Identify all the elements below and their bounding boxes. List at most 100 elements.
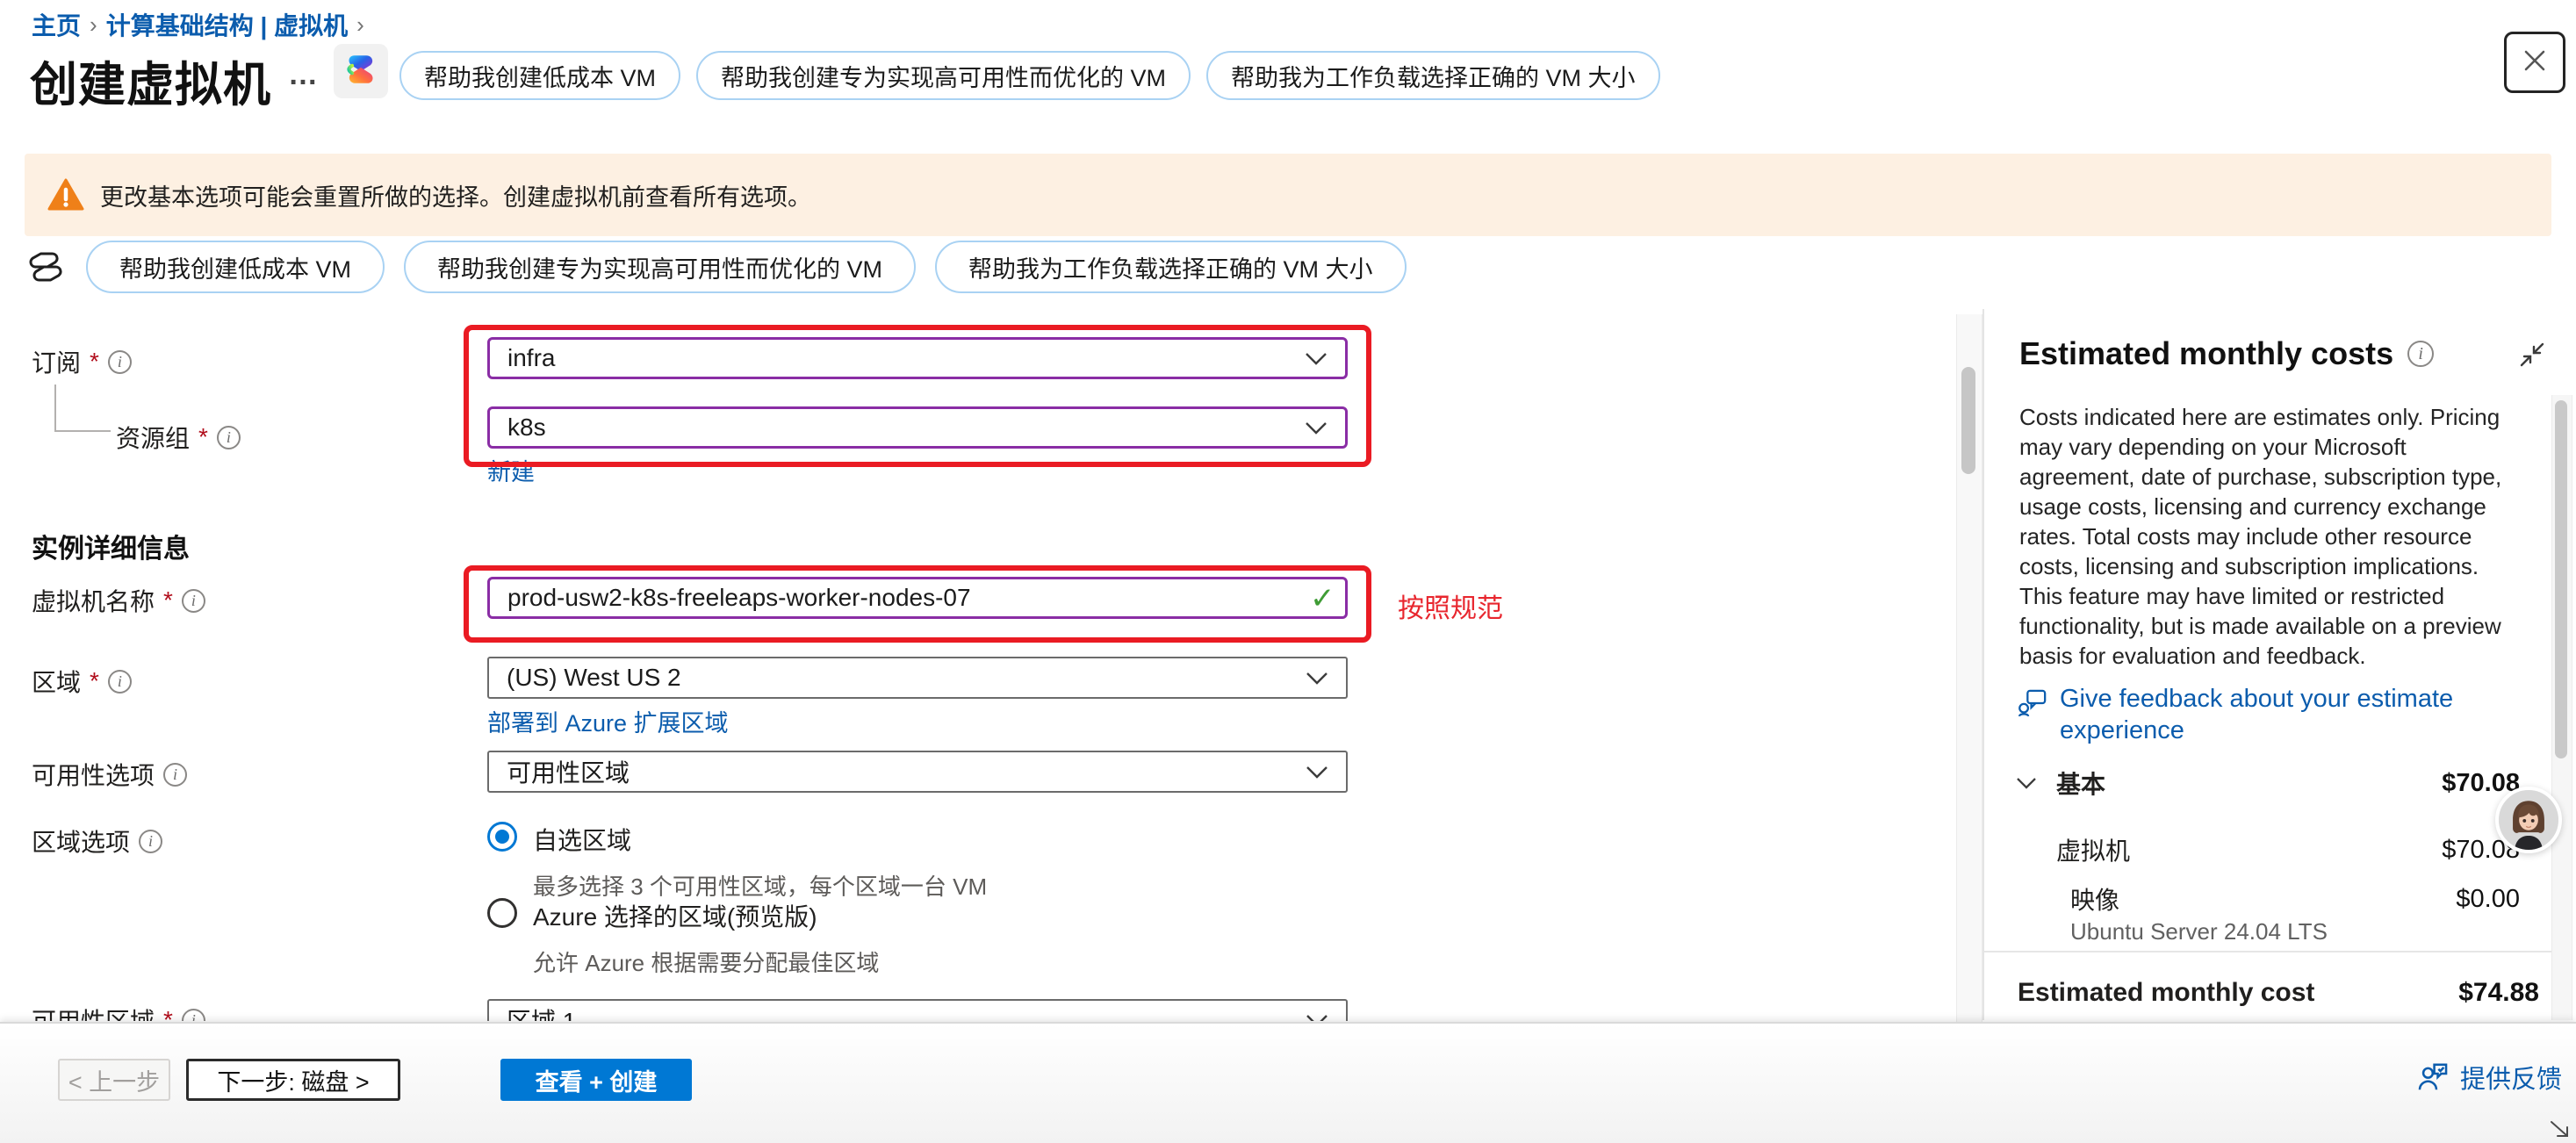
- cost-group-label: 基本: [2056, 766, 2105, 801]
- field-connector-line: [54, 385, 111, 432]
- subscription-label: 订阅: [32, 344, 81, 379]
- info-icon[interactable]: i: [217, 426, 241, 449]
- cost-image-row: 映像 $0.00: [2070, 881, 2520, 917]
- zone-options-label-row: 区域选项 i: [32, 823, 162, 859]
- cost-image-label: 映像: [2070, 881, 2119, 917]
- availability-zone-dropdown-clipped[interactable]: 区域 1: [487, 999, 1348, 1021]
- cost-panel-description: Costs indicated here are estimates only.…: [2019, 402, 2504, 671]
- chevron-down-icon: [2016, 777, 2037, 790]
- deploy-edge-zone-link[interactable]: 部署到 Azure 扩展区域: [487, 704, 729, 738]
- cost-divider: [1984, 951, 2553, 952]
- region-label-row: 区域 * i: [32, 664, 132, 699]
- header-suggestions: 帮助我创建低成本 VM 帮助我创建专为实现高可用性而优化的 VM 帮助我为工作负…: [399, 51, 1660, 100]
- give-feedback-link[interactable]: 提供反馈: [2416, 1059, 2562, 1096]
- suggest-right-vm-size-button-2[interactable]: 帮助我为工作负载选择正确的 VM 大小: [935, 241, 1407, 293]
- panel-scrollbar-thumb[interactable]: [2555, 400, 2567, 758]
- info-icon[interactable]: i: [108, 350, 132, 374]
- radio-azure-selected-zones[interactable]: [487, 898, 517, 928]
- suggest-high-availability-vm-button[interactable]: 帮助我创建专为实现高可用性而优化的 VM: [696, 51, 1191, 100]
- more-options-button[interactable]: …: [288, 58, 320, 92]
- availability-options-label: 可用性选项: [32, 757, 155, 792]
- valid-checkmark-icon: ✓: [1310, 581, 1335, 616]
- estimate-feedback-text: Give feedback about your estimate experi…: [2060, 683, 2492, 746]
- suggest-high-availability-vm-button-2[interactable]: 帮助我创建专为实现高可用性而优化的 VM: [404, 241, 916, 293]
- cost-group-row[interactable]: 基本 $70.08: [2016, 766, 2520, 801]
- required-asterisk: *: [163, 1006, 173, 1021]
- availability-zone-value: 区域 1: [507, 1003, 576, 1021]
- required-asterisk: *: [198, 423, 208, 451]
- warning-icon: [47, 178, 84, 212]
- estimate-feedback-link[interactable]: Give feedback about your estimate experi…: [2018, 683, 2492, 746]
- give-feedback-text: 提供反馈: [2460, 1059, 2562, 1096]
- breadcrumb-section-link[interactable]: 计算基础结构 | 虚拟机: [106, 7, 348, 42]
- info-icon[interactable]: i: [108, 670, 132, 694]
- info-icon[interactable]: i: [139, 830, 162, 853]
- availability-options-dropdown[interactable]: 可用性区域: [487, 751, 1348, 793]
- suggest-low-cost-vm-button[interactable]: 帮助我创建低成本 VM: [399, 51, 680, 100]
- copilot-outline-icon: [25, 246, 67, 288]
- radio-self-select-label[interactable]: 自选区域: [533, 822, 987, 857]
- chevron-down-icon: [1305, 413, 1328, 442]
- assistant-avatar[interactable]: [2495, 787, 2562, 853]
- warning-banner: 更改基本选项可能会重置所做的选择。创建虚拟机前查看所有选项。: [25, 154, 2551, 236]
- resize-grip-icon[interactable]: [2546, 1117, 2571, 1143]
- subscription-label-row: 订阅 * i: [32, 344, 132, 379]
- suggest-low-cost-vm-button-2[interactable]: 帮助我创建低成本 VM: [86, 241, 385, 293]
- cost-panel-header: Estimated monthly costs i: [2019, 335, 2434, 372]
- cost-panel-title: Estimated monthly costs: [2019, 335, 2393, 372]
- copilot-icon: [342, 51, 379, 92]
- radio-self-select-desc: 最多选择 3 个可用性区域，每个区域一台 VM: [533, 869, 987, 902]
- region-label: 区域: [32, 664, 81, 699]
- info-icon[interactable]: i: [182, 589, 205, 613]
- chevron-down-icon: [1306, 758, 1328, 786]
- cost-total-value: $74.88: [2458, 978, 2539, 1008]
- info-icon[interactable]: i: [2407, 341, 2434, 367]
- cost-total-row: Estimated monthly cost $74.88: [2018, 978, 2539, 1008]
- suggest-right-vm-size-button[interactable]: 帮助我为工作负载选择正确的 VM 大小: [1206, 51, 1660, 100]
- breadcrumb: 主页 › 计算基础结构 | 虚拟机 ›: [32, 7, 373, 42]
- create-new-resource-group-link[interactable]: 新建: [487, 453, 535, 487]
- required-asterisk: *: [90, 348, 99, 376]
- subscription-dropdown[interactable]: infra: [487, 337, 1348, 379]
- footer-buttons: < 上一步 下一步: 磁盘 > 查看 + 创建: [58, 1059, 692, 1101]
- copilot-button[interactable]: [334, 44, 388, 98]
- info-icon[interactable]: i: [163, 763, 187, 787]
- cost-image-value: $0.00: [2456, 885, 2520, 914]
- info-icon[interactable]: i: [182, 1009, 205, 1022]
- radio-azure-select-desc: 允许 Azure 根据需要分配最佳区域: [533, 945, 879, 978]
- cost-vm-row: 虚拟机 $70.08: [2056, 832, 2520, 867]
- close-button[interactable]: [2504, 32, 2565, 93]
- breadcrumb-chevron-icon: ›: [81, 11, 106, 39]
- cost-vm-label: 虚拟机: [2056, 832, 2130, 867]
- warning-text: 更改基本选项可能会重置所做的选择。创建虚拟机前查看所有选项。: [100, 178, 811, 212]
- radio-self-select-zones[interactable]: [487, 822, 517, 852]
- zone-option-azure-select: Azure 选择的区域(预览版) 允许 Azure 根据需要分配最佳区域: [487, 898, 879, 978]
- resource-group-dropdown[interactable]: k8s: [487, 406, 1348, 449]
- next-step-disks-button[interactable]: 下一步: 磁盘 >: [186, 1059, 400, 1101]
- required-asterisk: *: [163, 586, 173, 615]
- zone-options-label: 区域选项: [32, 823, 130, 859]
- review-create-button[interactable]: 查看 + 创建: [500, 1059, 692, 1101]
- vm-name-input[interactable]: [487, 577, 1348, 619]
- zone-option-self-select: 自选区域 最多选择 3 个可用性区域，每个区域一台 VM: [487, 822, 987, 902]
- chevron-down-icon: [1306, 664, 1328, 692]
- close-icon: [2520, 46, 2550, 80]
- feedback-bubbles-icon: [2018, 688, 2047, 746]
- main-scrollbar-thumb[interactable]: [1961, 367, 1975, 474]
- page-title: 创建虚拟机: [30, 46, 271, 115]
- collapse-panel-icon[interactable]: [2518, 341, 2546, 373]
- region-value: (US) West US 2: [507, 664, 681, 692]
- breadcrumb-home-link[interactable]: 主页: [32, 7, 81, 42]
- previous-step-button[interactable]: < 上一步: [58, 1059, 170, 1101]
- resource-group-label: 资源组: [116, 420, 190, 455]
- avatar-image: [2499, 790, 2558, 850]
- availability-options-value: 可用性区域: [507, 754, 630, 789]
- feedback-person-icon: [2416, 1060, 2450, 1094]
- resource-group-value: k8s: [507, 413, 546, 442]
- region-dropdown[interactable]: (US) West US 2: [487, 657, 1348, 699]
- cost-image-sub: Ubuntu Server 24.04 LTS: [2070, 918, 2328, 945]
- chevron-down-icon: [1306, 1006, 1328, 1021]
- radio-azure-select-label[interactable]: Azure 选择的区域(预览版): [533, 898, 879, 933]
- create-vm-page: 主页 › 计算基础结构 | 虚拟机 › 创建虚拟机 …: [0, 0, 2576, 1143]
- copilot-suggestion-row: 帮助我创建低成本 VM 帮助我创建专为实现高可用性而优化的 VM 帮助我为工作负…: [25, 241, 1407, 293]
